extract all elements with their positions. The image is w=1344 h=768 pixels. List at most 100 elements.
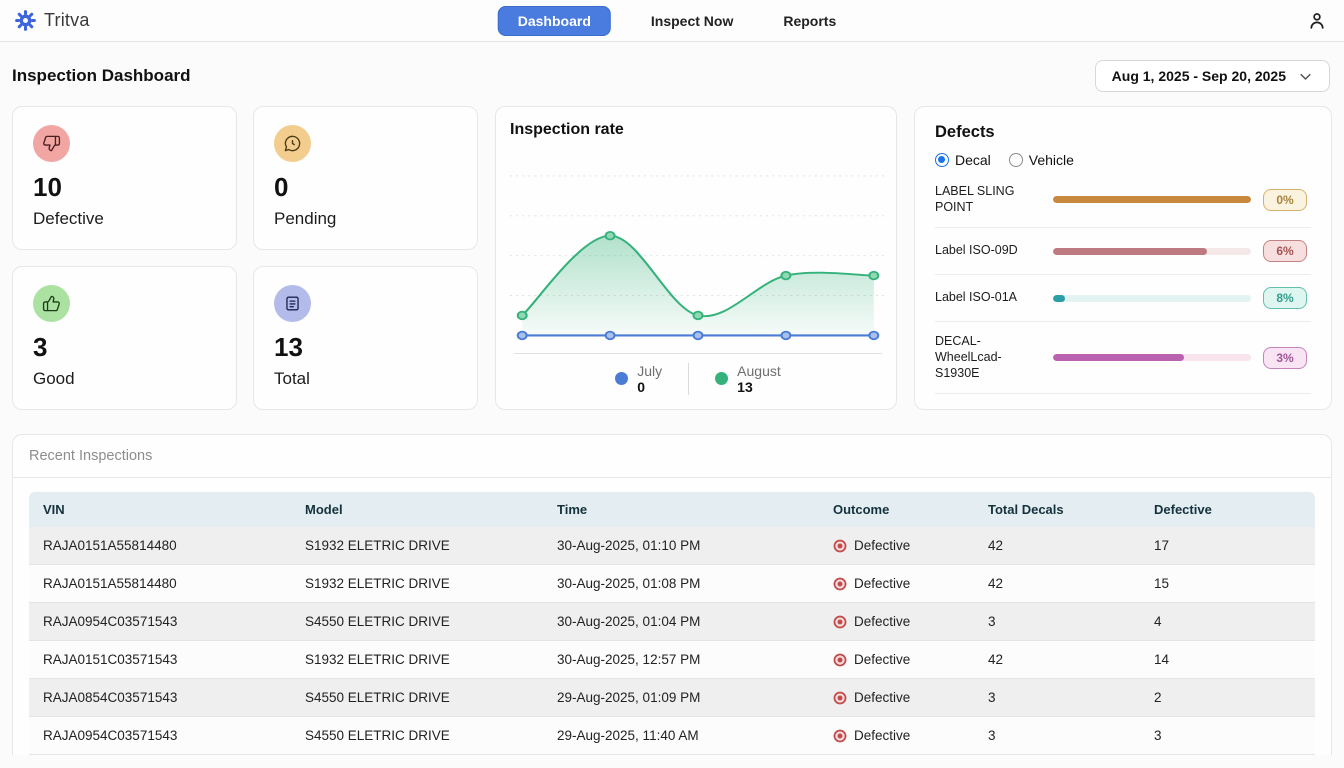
inspection-row[interactable]: RAJA0854C03571543S4550 ELETRIC DRIVE29-A… xyxy=(29,679,1315,717)
person-icon xyxy=(1306,10,1328,32)
cell-total-decals: 3 xyxy=(974,717,1140,755)
col-vin: VIN xyxy=(29,492,291,527)
defect-bar xyxy=(1053,354,1251,361)
inspection-row[interactable]: RAJA0954C03571543S4550 ELETRIC DRIVE30-A… xyxy=(29,603,1315,641)
cell-total-decals: 42 xyxy=(974,565,1140,603)
table-header-row: VIN Model Time Outcome Total Decals Defe… xyxy=(29,492,1315,527)
col-outcome: Outcome xyxy=(819,492,974,527)
recent-inspections-title: Recent Inspections xyxy=(13,435,1331,478)
chart-legend: July 0 August 13 xyxy=(510,354,886,399)
cell-outcome: Defective xyxy=(819,717,974,755)
cell-total-decals: 3 xyxy=(974,679,1140,717)
nav-tabs: Dashboard Inspect Now Reports xyxy=(498,6,847,36)
total-count: 13 xyxy=(274,332,457,363)
radio-decal-label: Decal xyxy=(955,152,991,168)
cell-vin: RAJA0854C03571543 xyxy=(29,679,291,717)
defective-count: 10 xyxy=(33,172,216,203)
inspection-row[interactable]: RAJA0151C03571543S1932 ELETRIC DRIVE30-A… xyxy=(29,641,1315,679)
col-model: Model xyxy=(291,492,543,527)
pending-bubble-icon xyxy=(274,125,311,162)
thumbs-up-icon xyxy=(33,285,70,322)
cell-total-decals: 42 xyxy=(974,641,1140,679)
defect-label: Label ISO-01A xyxy=(935,290,1041,306)
col-defective: Defective xyxy=(1140,492,1315,527)
cell-defective: 15 xyxy=(1140,565,1315,603)
defect-label: LABEL SLING POINT xyxy=(935,184,1041,215)
defective-target-icon xyxy=(833,577,847,591)
radio-vehicle[interactable]: Vehicle xyxy=(1009,152,1074,168)
inspection-row[interactable]: RAJA0954C03571543S4550 ELETRIC DRIVE29-A… xyxy=(29,717,1315,755)
inspections-table: VIN Model Time Outcome Total Decals Defe… xyxy=(29,492,1315,755)
cell-defective: 2 xyxy=(1140,679,1315,717)
user-profile-button[interactable] xyxy=(1304,8,1330,34)
brand-name: Tritva xyxy=(44,10,90,31)
top-navigation: Tritva Dashboard Inspect Now Reports xyxy=(0,0,1344,42)
cell-total-decals: 3 xyxy=(974,603,1140,641)
date-range-selector[interactable]: Aug 1, 2025 - Sep 20, 2025 xyxy=(1095,60,1330,92)
cell-model: S1932 ELETRIC DRIVE xyxy=(291,641,543,679)
pending-count: 0 xyxy=(274,172,457,203)
cell-vin: RAJA0954C03571543 xyxy=(29,717,291,755)
august-legend-label: August xyxy=(737,363,781,379)
cell-vin: RAJA0151A55814480 xyxy=(29,565,291,603)
defect-pct-badge: 6% xyxy=(1263,240,1307,262)
cell-defective: 3 xyxy=(1140,717,1315,755)
defect-label: Label ISO-09D xyxy=(935,243,1041,259)
defect-pct-badge: 8% xyxy=(1263,287,1307,309)
defective-target-icon xyxy=(833,615,847,629)
page-header: Inspection Dashboard Aug 1, 2025 - Sep 2… xyxy=(0,42,1344,106)
tab-inspect-now[interactable]: Inspect Now xyxy=(641,6,743,36)
cell-vin: RAJA0151A55814480 xyxy=(29,527,291,565)
cell-vin: RAJA0151C03571543 xyxy=(29,641,291,679)
cell-time: 30-Aug-2025, 01:08 PM xyxy=(543,565,819,603)
chevron-down-icon xyxy=(1298,69,1313,84)
defect-bar xyxy=(1053,248,1251,255)
tab-reports[interactable]: Reports xyxy=(773,6,846,36)
cell-time: 30-Aug-2025, 01:10 PM xyxy=(543,527,819,565)
brand: Tritva xyxy=(14,9,90,32)
cell-time: 29-Aug-2025, 11:40 AM xyxy=(543,717,819,755)
radio-unselected-icon xyxy=(1009,153,1023,167)
defective-label: Defective xyxy=(33,209,216,229)
cell-total-decals: 42 xyxy=(974,527,1140,565)
cell-model: S1932 ELETRIC DRIVE xyxy=(291,565,543,603)
outcome-text: Defective xyxy=(854,576,910,591)
table-wrap: VIN Model Time Outcome Total Decals Defe… xyxy=(13,478,1331,755)
defects-title: Defects xyxy=(935,123,1311,142)
recent-inspections-panel: Recent Inspections VIN Model Time Outcom… xyxy=(12,434,1332,755)
outcome-text: Defective xyxy=(854,728,910,743)
july-legend-dot xyxy=(615,372,628,385)
chart-title: Inspection rate xyxy=(510,121,886,139)
pending-label: Pending xyxy=(274,209,457,229)
thumbs-down-icon xyxy=(33,125,70,162)
report-icon xyxy=(274,285,311,322)
cell-model: S1932 ELETRIC DRIVE xyxy=(291,527,543,565)
radio-selected-icon xyxy=(935,153,949,167)
july-legend-label: July xyxy=(637,363,662,379)
stat-card-pending: 0 Pending xyxy=(253,106,478,250)
inspection-rate-chart xyxy=(510,143,886,351)
legend-item-august: August 13 xyxy=(689,363,807,395)
tab-dashboard[interactable]: Dashboard xyxy=(498,6,611,36)
cell-defective: 14 xyxy=(1140,641,1315,679)
cell-model: S4550 ELETRIC DRIVE xyxy=(291,717,543,755)
defects-panel: Defects Decal Vehicle LABEL SLING POINT … xyxy=(914,106,1332,410)
inspection-row[interactable]: RAJA0151A55814480S1932 ELETRIC DRIVE30-A… xyxy=(29,565,1315,603)
cell-time: 30-Aug-2025, 12:57 PM xyxy=(543,641,819,679)
defect-row-label-iso-01a: Label ISO-01A 8% xyxy=(935,275,1311,322)
radio-decal[interactable]: Decal xyxy=(935,152,991,168)
stat-card-defective: 10 Defective xyxy=(12,106,237,250)
defective-target-icon xyxy=(833,729,847,743)
dashboard-grid: 10 Defective 0 Pending 3 Good xyxy=(12,106,1332,410)
july-legend-value: 0 xyxy=(637,379,662,395)
stat-cards: 10 Defective 0 Pending 3 Good xyxy=(12,106,478,410)
cell-model: S4550 ELETRIC DRIVE xyxy=(291,603,543,641)
cell-outcome: Defective xyxy=(819,565,974,603)
cell-outcome: Defective xyxy=(819,641,974,679)
defect-label: DECAL-WheelLcad-S1930E xyxy=(935,334,1041,381)
outcome-text: Defective xyxy=(854,614,910,629)
good-label: Good xyxy=(33,369,216,389)
cell-vin: RAJA0954C03571543 xyxy=(29,603,291,641)
august-legend-dot xyxy=(715,372,728,385)
inspection-row[interactable]: RAJA0151A55814480S1932 ELETRIC DRIVE30-A… xyxy=(29,527,1315,565)
